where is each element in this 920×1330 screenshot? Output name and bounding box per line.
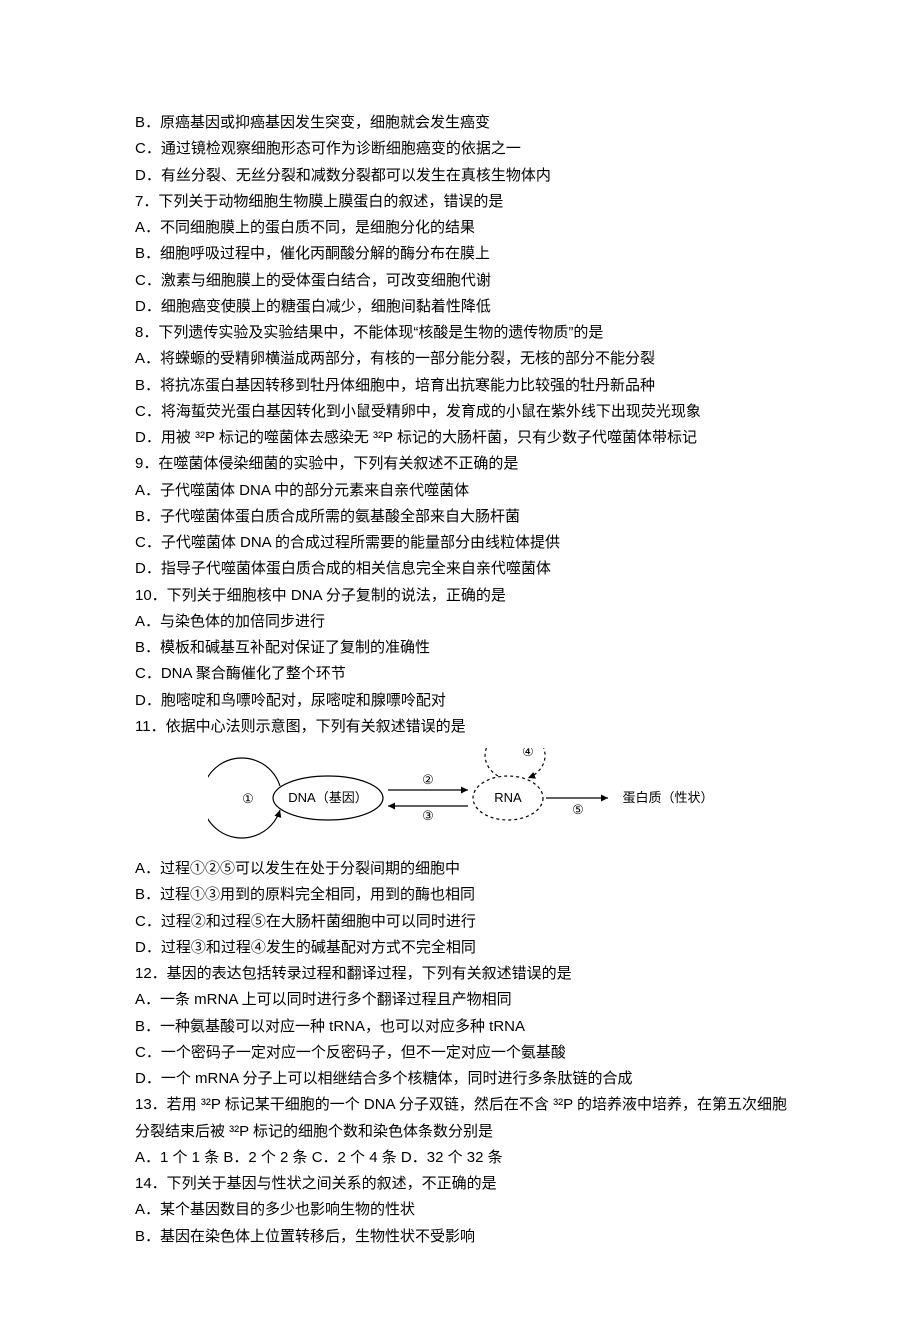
q10-option-a: A．与染色体的加倍同步进行 <box>135 609 800 635</box>
label-3: ③ <box>422 808 434 823</box>
q13-options: A．1 个 1 条 B．2 个 2 条 C．2 个 4 条 D．32 个 32 … <box>135 1145 800 1171</box>
q8-option-c: C．将海蜇荧光蛋白基因转化到小鼠受精卵中，发育成的小鼠在紫外线下出现荧光现象 <box>135 399 800 425</box>
q7-option-a: A．不同细胞膜上的蛋白质不同，是细胞分化的结果 <box>135 215 800 241</box>
q9-option-c: C．子代噬菌体 DNA 的合成过程所需要的能量部分由线粒体提供 <box>135 530 800 556</box>
label-4: ④ <box>522 748 534 759</box>
rna-label: RNA <box>494 790 522 805</box>
q9-stem: 9．在噬菌体侵染细菌的实验中，下列有关叙述不正确的是 <box>135 451 800 477</box>
q6-option-c: C．通过镜检观察细胞形态可作为诊断细胞癌变的依据之一 <box>135 136 800 162</box>
q9-option-b: B．子代噬菌体蛋白质合成所需的氨基酸全部来自大肠杆菌 <box>135 504 800 530</box>
q7-option-d: D．细胞癌变使膜上的糖蛋白减少，细胞间黏着性降低 <box>135 294 800 320</box>
dna-label: DNA（基因） <box>288 790 367 805</box>
q10-stem: 10．下列关于细胞核中 DNA 分子复制的说法，正确的是 <box>135 583 800 609</box>
q12-option-a: A．一条 mRNA 上可以同时进行多个翻译过程且产物相同 <box>135 987 800 1013</box>
q8-option-a: A．将蝾螈的受精卵横溢成两部分，有核的一部分能分裂，无核的部分不能分裂 <box>135 346 800 372</box>
q11-option-b: B．过程①③用到的原料完全相同，用到的酶也相同 <box>135 882 800 908</box>
diagram-svg: DNA（基因） ① ② ③ RNA ④ ⑤ 蛋白质（性状） <box>208 748 728 848</box>
label-1: ① <box>242 791 254 806</box>
q10-option-b: B．模板和碱基互补配对保证了复制的准确性 <box>135 635 800 661</box>
q14-option-a: A．某个基因数目的多少也影响生物的性状 <box>135 1197 800 1223</box>
q9-option-a: A．子代噬菌体 DNA 中的部分元素来自亲代噬菌体 <box>135 478 800 504</box>
q10-option-c: C．DNA 聚合酶催化了整个环节 <box>135 661 800 687</box>
q11-stem: 11．依据中心法则示意图，下列有关叙述错误的是 <box>135 714 800 740</box>
document-page: B．原癌基因或抑癌基因发生突变，细胞就会发生癌变 C．通过镜检观察细胞形态可作为… <box>0 0 920 1330</box>
q6-option-d: D．有丝分裂、无丝分裂和减数分裂都可以发生在真核生物体内 <box>135 163 800 189</box>
label-2: ② <box>422 772 434 787</box>
protein-label: 蛋白质（性状） <box>622 790 713 805</box>
q12-option-d: D．一个 mRNA 分子上可以相继结合多个核糖体，同时进行多条肽链的合成 <box>135 1066 800 1092</box>
q8-option-b: B．将抗冻蛋白基因转移到牡丹体细胞中，培育出抗寒能力比较强的牡丹新品种 <box>135 373 800 399</box>
q14-stem: 14．下列关于基因与性状之间关系的叙述，不正确的是 <box>135 1171 800 1197</box>
q9-option-d: D．指导子代噬菌体蛋白质合成的相关信息完全来自亲代噬菌体 <box>135 556 800 582</box>
q6-option-b: B．原癌基因或抑癌基因发生突变，细胞就会发生癌变 <box>135 110 800 136</box>
q11-option-d: D．过程③和过程④发生的碱基配对方式不完全相同 <box>135 935 800 961</box>
q11-option-a: A．过程①②⑤可以发生在处于分裂间期的细胞中 <box>135 856 800 882</box>
q11-option-c: C．过程②和过程⑤在大肠杆菌细胞中可以同时进行 <box>135 909 800 935</box>
q8-stem: 8．下列遗传实验及实验结果中，不能体现“核酸是生物的遗传物质”的是 <box>135 320 800 346</box>
q12-option-b: B．一种氨基酸可以对应一种 tRNA，也可以对应多种 tRNA <box>135 1014 800 1040</box>
central-dogma-diagram: DNA（基因） ① ② ③ RNA ④ ⑤ 蛋白质（性状） <box>135 748 800 848</box>
q12-stem: 12．基因的表达包括转录过程和翻译过程，下列有关叙述错误的是 <box>135 961 800 987</box>
q10-option-d: D．胞嘧啶和鸟嘌呤配对，尿嘧啶和腺嘌呤配对 <box>135 688 800 714</box>
q7-option-b: B．细胞呼吸过程中，催化丙酮酸分解的酶分布在膜上 <box>135 241 800 267</box>
label-5: ⑤ <box>572 802 584 817</box>
q14-option-b: B．基因在染色体上位置转移后，生物性状不受影响 <box>135 1224 800 1250</box>
q8-option-d: D．用被 ³²P 标记的噬菌体去感染无 ³²P 标记的大肠杆菌，只有少数子代噬菌… <box>135 425 800 451</box>
q7-option-c: C．激素与细胞膜上的受体蛋白结合，可改变细胞代谢 <box>135 268 800 294</box>
q12-option-c: C．一个密码子一定对应一个反密码子，但不一定对应一个氨基酸 <box>135 1040 800 1066</box>
q13-stem: 13．若用 ³²P 标记某干细胞的一个 DNA 分子双链，然后在不含 ³²P 的… <box>135 1092 800 1145</box>
q7-stem: 7．下列关于动物细胞生物膜上膜蛋白的叙述，错误的是 <box>135 189 800 215</box>
